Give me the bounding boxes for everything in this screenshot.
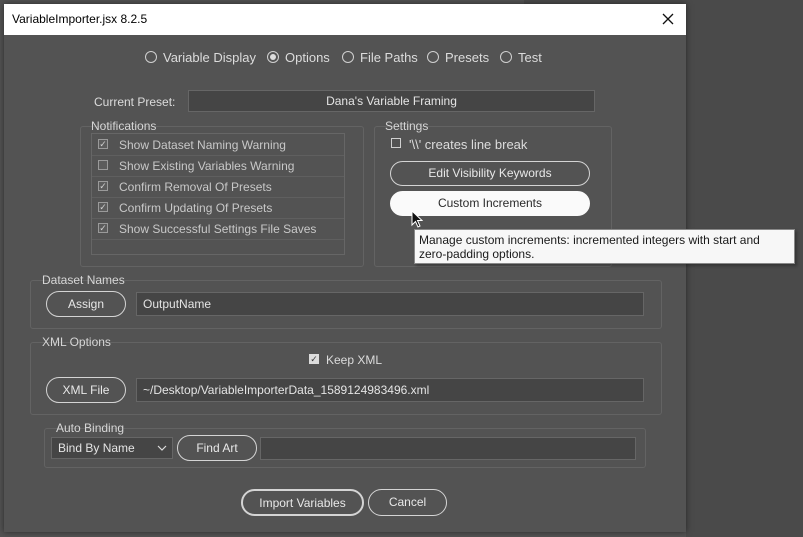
line-break-checkbox[interactable]: [391, 138, 401, 148]
keep-xml-label: Keep XML: [326, 353, 383, 367]
dataset-name-input[interactable]: OutputName: [136, 292, 644, 316]
tab-file-paths-radio[interactable]: [342, 51, 354, 63]
xml-file-button[interactable]: XML File: [46, 377, 126, 403]
show-existing-variables-warning-checkbox[interactable]: [98, 160, 108, 170]
tab-options-radio[interactable]: [267, 51, 279, 63]
tab-variable-display-radio[interactable]: [145, 51, 157, 63]
background-window: [686, 0, 803, 537]
find-art-button[interactable]: Find Art: [177, 435, 257, 461]
current-preset-label: Current Preset:: [94, 95, 176, 109]
keep-xml-checkbox[interactable]: ✓: [309, 354, 319, 364]
notifications-title: Notifications: [91, 119, 157, 133]
xml-path-input[interactable]: ~/Desktop/VariableImporterData_158912498…: [136, 378, 644, 402]
show-dataset-naming-warning-checkbox[interactable]: ✓: [98, 139, 108, 149]
list-item[interactable]: ✓ Confirm Removal Of Presets: [92, 176, 344, 198]
confirm-updating-of-presets-label: Confirm Updating Of Presets: [119, 201, 273, 215]
import-variables-button[interactable]: Import Variables: [241, 489, 364, 516]
tab-presets-radio[interactable]: [427, 51, 439, 63]
show-existing-variables-warning-label: Show Existing Variables Warning: [119, 159, 295, 173]
edit-visibility-keywords-button[interactable]: Edit Visibility Keywords: [390, 161, 590, 186]
tab-variable-display[interactable]: Variable Display: [163, 50, 256, 65]
cancel-button[interactable]: Cancel: [368, 489, 447, 516]
tab-file-paths[interactable]: File Paths: [360, 50, 418, 65]
assign-button[interactable]: Assign: [46, 291, 126, 317]
mouse-cursor-icon: [411, 210, 423, 228]
confirm-removal-of-presets-checkbox[interactable]: ✓: [98, 181, 108, 191]
list-item[interactable]: Show Existing Variables Warning: [92, 155, 344, 177]
close-icon: [662, 13, 674, 25]
confirm-updating-of-presets-checkbox[interactable]: ✓: [98, 202, 108, 212]
confirm-removal-of-presets-label: Confirm Removal Of Presets: [119, 180, 272, 194]
close-button[interactable]: [656, 7, 680, 31]
line-break-label: '\\' creates line break: [409, 137, 528, 152]
list-item[interactable]: ✓ Confirm Updating Of Presets: [92, 197, 344, 219]
list-item[interactable]: ✓ Show Dataset Naming Warning: [92, 134, 344, 156]
tab-presets[interactable]: Presets: [445, 50, 489, 65]
xml-options-title: XML Options: [42, 335, 111, 349]
list-item[interactable]: ✓ Show Successful Settings File Saves: [92, 218, 344, 240]
auto-binding-title: Auto Binding: [56, 421, 125, 435]
tab-test-radio[interactable]: [500, 51, 512, 63]
auto-binding-input[interactable]: [260, 437, 636, 460]
dataset-names-title: Dataset Names: [42, 273, 125, 287]
show-successful-settings-file-saves-checkbox[interactable]: ✓: [98, 223, 108, 233]
show-dataset-naming-warning-label: Show Dataset Naming Warning: [119, 138, 286, 152]
settings-title: Settings: [385, 119, 429, 133]
current-preset-field[interactable]: Dana's Variable Framing: [188, 90, 595, 112]
tab-test[interactable]: Test: [518, 50, 542, 65]
window-title: VariableImporter.jsx 8.2.5: [12, 12, 148, 26]
title-bar: VariableImporter.jsx 8.2.5: [4, 4, 686, 35]
chevron-down-icon: [157, 445, 167, 451]
tab-options[interactable]: Options: [285, 50, 330, 65]
custom-increments-tooltip: Manage custom increments: incremented in…: [414, 229, 795, 264]
bind-mode-select[interactable]: Bind By Name: [51, 437, 173, 459]
bind-mode-value: Bind By Name: [58, 441, 135, 455]
show-successful-settings-file-saves-label: Show Successful Settings File Saves: [119, 222, 317, 236]
notifications-list: ✓ Show Dataset Naming Warning Show Exist…: [91, 133, 345, 255]
